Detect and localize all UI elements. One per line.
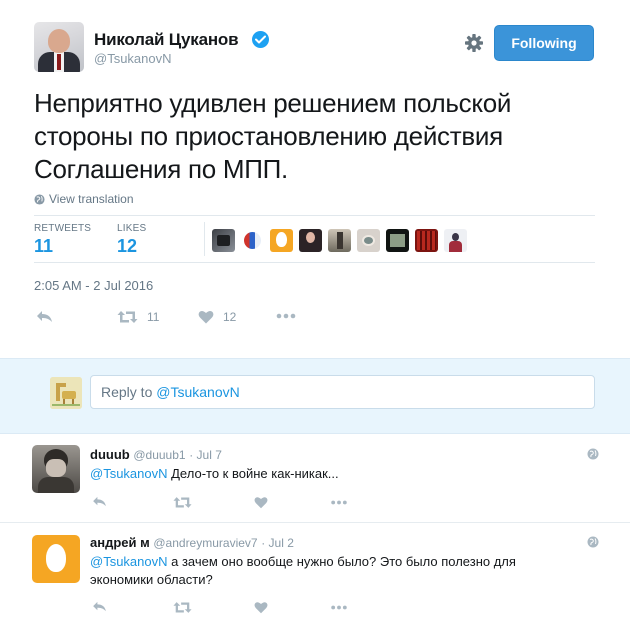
retweets-label: RETWEETS [34,223,92,234]
more-button[interactable] [330,500,348,505]
reply-mention[interactable]: @TsukanovN [90,466,168,481]
retweet-button[interactable]: 11 [117,310,159,324]
reply-input-mention: @TsukanovN [156,384,240,400]
reply-author-avatar[interactable] [32,445,80,493]
reply-date[interactable]: · Jul 7 [189,448,222,462]
heart-icon [198,310,214,324]
globe-icon [587,536,599,548]
current-user-avatar[interactable] [50,377,82,409]
reply-tweet: андрей м @andreymuraviev7 · Jul 2 @Tsuka… [0,523,630,623]
reply-author-avatar[interactable] [32,535,80,583]
retweets-count[interactable]: 11 [34,236,53,257]
reply-author-handle: @duuub1 [133,448,186,462]
reply-tweet: duuub @duuub1 · Jul 7 @TsukanovN Дело-то… [0,435,630,522]
view-translation-label: View translation [49,192,134,206]
divider [34,262,595,263]
like-button[interactable] [254,496,268,509]
liker-avatar[interactable] [357,229,380,252]
reply-icon [93,601,106,612]
reply-composer: Reply to @TsukanovN [0,358,630,434]
liker-avatar[interactable] [241,229,264,252]
liker-avatar[interactable] [415,229,438,252]
liker-avatar[interactable] [386,229,409,252]
liker-avatar[interactable] [328,229,351,252]
reply-button[interactable] [92,601,107,612]
gear-icon[interactable] [464,33,484,53]
heart-icon [254,602,268,614]
reply-icon [93,496,106,507]
reply-author[interactable]: duuub @duuub1 · Jul 7 [90,447,222,462]
more-icon [331,500,347,505]
reply-body: Дело-то к войне как-никак... [167,466,339,481]
reply-date[interactable]: · Jul 2 [261,536,294,550]
like-button[interactable]: 12 [198,310,236,324]
reply-text: @TsukanovN Дело-то к войне как-никак... [90,465,580,483]
reply-input[interactable]: Reply to @TsukanovN [90,375,595,409]
globe-icon [34,193,45,205]
following-button[interactable]: Following [494,25,594,61]
reply-mention[interactable]: @TsukanovN [90,554,168,569]
verified-icon [252,31,269,48]
reply-input-prefix: Reply to [101,384,157,400]
retweet-icon [173,602,192,613]
liker-avatar[interactable] [444,229,467,252]
like-button[interactable] [254,601,268,614]
tweet-timestamp[interactable]: 2:05 AM - 2 Jul 2016 [34,278,153,293]
reply-author[interactable]: андрей м @andreymuraviev7 · Jul 2 [90,535,294,550]
more-icon [276,313,296,319]
reply-icon [37,311,52,322]
liker-avatar[interactable] [212,229,235,252]
divider [34,215,595,216]
main-tweet: Николай Цуканов @TsukanovN Following Неп… [0,0,630,358]
globe-icon [587,448,599,460]
tweet-text: Неприятно удивлен решением польской стор… [34,88,512,184]
reply-button[interactable] [92,496,107,507]
reply-text: @TsukanovN а зачем оно вообще нужно было… [90,553,570,589]
retweet-button[interactable] [173,496,192,509]
retweet-icon [173,497,192,508]
more-icon [331,605,347,610]
liker-avatar[interactable] [299,229,322,252]
reply-button[interactable] [36,310,53,323]
likes-label: LIKES [117,223,147,234]
like-count: 12 [223,310,237,324]
retweet-count: 11 [147,310,160,324]
retweet-icon [117,311,138,323]
likers-avatars [212,229,467,252]
more-button[interactable] [330,605,348,610]
view-translation-link[interactable]: View translation [34,192,134,206]
reply-author-handle: @andreymuraviev7 [153,536,258,550]
divider [204,222,205,256]
retweet-button[interactable] [173,601,192,614]
liker-avatar[interactable] [270,229,293,252]
likes-count[interactable]: 12 [117,236,137,257]
more-button[interactable] [276,313,296,319]
author-name[interactable]: Николай Цуканов [94,30,239,50]
author-handle[interactable]: @TsukanovN [94,51,172,66]
heart-icon [254,497,268,509]
author-avatar[interactable] [34,22,84,72]
reply-author-name: duuub [90,447,130,462]
reply-author-name: андрей м [90,535,150,550]
